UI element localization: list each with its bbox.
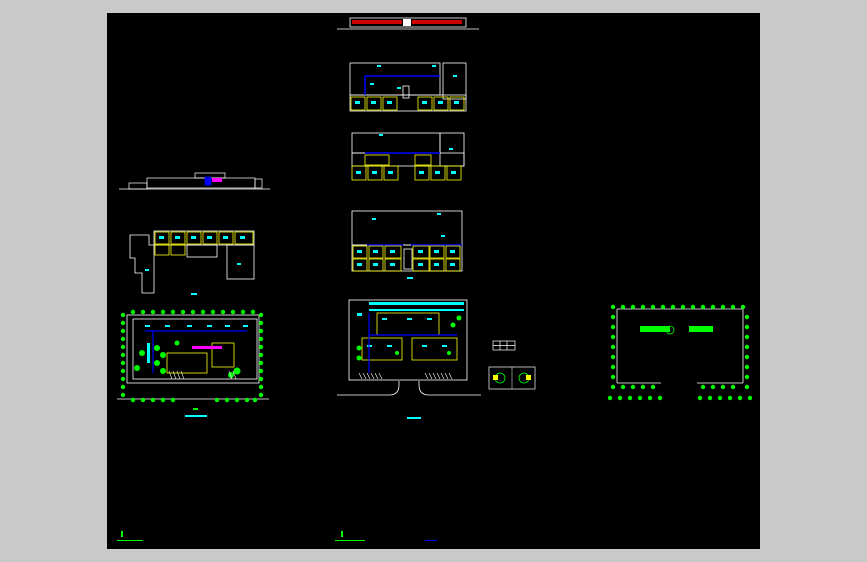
window-detail[interactable] xyxy=(492,340,516,351)
floor-plan-1[interactable] xyxy=(349,62,467,112)
site-plan-left[interactable] xyxy=(117,309,269,417)
floor-plan-2-room-tags xyxy=(356,134,456,174)
cad-viewport[interactable] xyxy=(0,0,867,562)
floor-plan-left[interactable] xyxy=(129,230,255,294)
site-plan-right[interactable] xyxy=(607,304,753,401)
drawing-canvas[interactable] xyxy=(107,13,760,549)
elevation-top[interactable] xyxy=(337,17,479,30)
drawing-svg xyxy=(117,17,753,541)
site-plan-center[interactable] xyxy=(337,299,481,419)
floor-plan-2[interactable] xyxy=(351,132,465,181)
court-detail[interactable] xyxy=(488,366,536,390)
coordinate-marks xyxy=(117,531,437,541)
floor-plan-3[interactable] xyxy=(351,210,463,272)
elevation-left[interactable] xyxy=(119,172,270,190)
